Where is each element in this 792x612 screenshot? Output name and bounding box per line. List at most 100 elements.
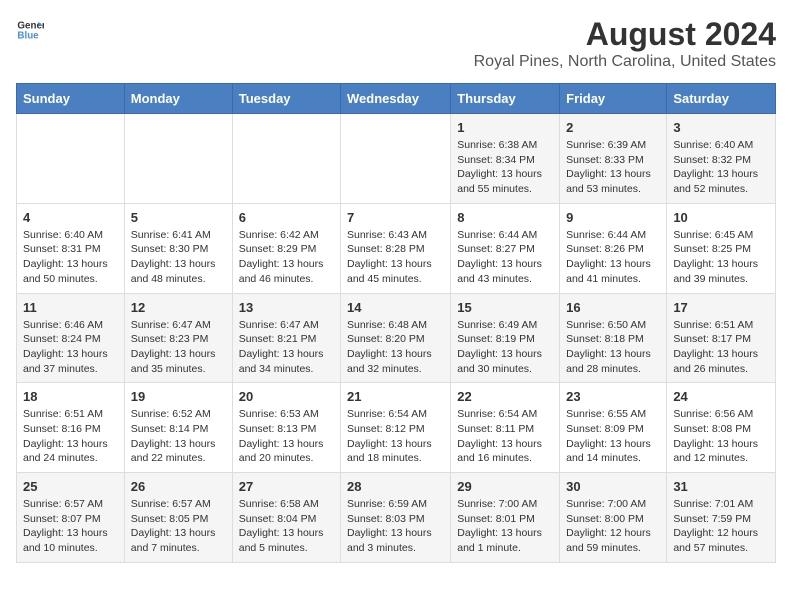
day-cell: 4 Sunrise: 6:40 AMSunset: 8:31 PMDaylight… — [17, 203, 125, 293]
day-number: 18 — [23, 389, 118, 404]
day-info: Sunrise: 7:00 AMSunset: 8:00 PMDaylight:… — [566, 497, 660, 556]
header-saturday: Saturday — [667, 84, 776, 114]
logo: General Blue — [16, 16, 44, 44]
day-number: 13 — [239, 300, 334, 315]
day-info: Sunrise: 6:46 AMSunset: 8:24 PMDaylight:… — [23, 318, 118, 377]
day-info: Sunrise: 6:42 AMSunset: 8:29 PMDaylight:… — [239, 228, 334, 287]
day-info: Sunrise: 6:44 AMSunset: 8:27 PMDaylight:… — [457, 228, 553, 287]
week-row-4: 18 Sunrise: 6:51 AMSunset: 8:16 PMDayligh… — [17, 383, 776, 473]
day-info: Sunrise: 6:53 AMSunset: 8:13 PMDaylight:… — [239, 407, 334, 466]
day-cell: 24 Sunrise: 6:56 AMSunset: 8:08 PMDayligh… — [667, 383, 776, 473]
day-info: Sunrise: 6:51 AMSunset: 8:17 PMDaylight:… — [673, 318, 769, 377]
day-info: Sunrise: 6:40 AMSunset: 8:31 PMDaylight:… — [23, 228, 118, 287]
day-cell: 28 Sunrise: 6:59 AMSunset: 8:03 PMDayligh… — [341, 473, 451, 563]
day-cell: 22 Sunrise: 6:54 AMSunset: 8:11 PMDayligh… — [451, 383, 560, 473]
day-number: 15 — [457, 300, 553, 315]
day-info: Sunrise: 6:48 AMSunset: 8:20 PMDaylight:… — [347, 318, 444, 377]
day-number: 2 — [566, 120, 660, 135]
day-info: Sunrise: 6:52 AMSunset: 8:14 PMDaylight:… — [131, 407, 226, 466]
day-cell: 30 Sunrise: 7:00 AMSunset: 8:00 PMDayligh… — [560, 473, 667, 563]
day-info: Sunrise: 6:47 AMSunset: 8:23 PMDaylight:… — [131, 318, 226, 377]
day-number: 7 — [347, 210, 444, 225]
day-info: Sunrise: 6:56 AMSunset: 8:08 PMDaylight:… — [673, 407, 769, 466]
day-cell: 18 Sunrise: 6:51 AMSunset: 8:16 PMDayligh… — [17, 383, 125, 473]
calendar-table: Sunday Monday Tuesday Wednesday Thursday… — [16, 83, 776, 563]
day-info: Sunrise: 6:47 AMSunset: 8:21 PMDaylight:… — [239, 318, 334, 377]
week-row-5: 25 Sunrise: 6:57 AMSunset: 8:07 PMDayligh… — [17, 473, 776, 563]
day-number: 28 — [347, 479, 444, 494]
day-cell: 12 Sunrise: 6:47 AMSunset: 8:23 PMDayligh… — [124, 293, 232, 383]
day-info: Sunrise: 7:01 AMSunset: 7:59 PMDaylight:… — [673, 497, 769, 556]
day-info: Sunrise: 6:54 AMSunset: 8:11 PMDaylight:… — [457, 407, 553, 466]
day-number: 14 — [347, 300, 444, 315]
day-cell: 2 Sunrise: 6:39 AMSunset: 8:33 PMDaylight… — [560, 114, 667, 204]
day-number: 31 — [673, 479, 769, 494]
day-number: 16 — [566, 300, 660, 315]
header: General Blue August 2024 Royal Pines, No… — [16, 16, 776, 71]
header-friday: Friday — [560, 84, 667, 114]
calendar-header: Sunday Monday Tuesday Wednesday Thursday… — [17, 84, 776, 114]
day-number: 24 — [673, 389, 769, 404]
day-cell — [17, 114, 125, 204]
day-number: 8 — [457, 210, 553, 225]
day-info: Sunrise: 6:45 AMSunset: 8:25 PMDaylight:… — [673, 228, 769, 287]
week-row-1: 1 Sunrise: 6:38 AMSunset: 8:34 PMDaylight… — [17, 114, 776, 204]
day-cell: 6 Sunrise: 6:42 AMSunset: 8:29 PMDaylight… — [232, 203, 340, 293]
day-info: Sunrise: 6:59 AMSunset: 8:03 PMDaylight:… — [347, 497, 444, 556]
day-cell: 7 Sunrise: 6:43 AMSunset: 8:28 PMDaylight… — [341, 203, 451, 293]
day-cell: 16 Sunrise: 6:50 AMSunset: 8:18 PMDayligh… — [560, 293, 667, 383]
header-row: Sunday Monday Tuesday Wednesday Thursday… — [17, 84, 776, 114]
day-cell: 10Sunrise: 6:45 AMSunset: 8:25 PMDayligh… — [667, 203, 776, 293]
day-number: 23 — [566, 389, 660, 404]
week-row-2: 4 Sunrise: 6:40 AMSunset: 8:31 PMDaylight… — [17, 203, 776, 293]
day-number: 11 — [23, 300, 118, 315]
day-cell — [341, 114, 451, 204]
day-info: Sunrise: 6:43 AMSunset: 8:28 PMDaylight:… — [347, 228, 444, 287]
subtitle: Royal Pines, North Carolina, United Stat… — [474, 53, 776, 71]
title-area: August 2024 Royal Pines, North Carolina,… — [474, 16, 776, 71]
header-sunday: Sunday — [17, 84, 125, 114]
day-info: Sunrise: 6:54 AMSunset: 8:12 PMDaylight:… — [347, 407, 444, 466]
day-info: Sunrise: 7:00 AMSunset: 8:01 PMDaylight:… — [457, 497, 553, 556]
day-number: 22 — [457, 389, 553, 404]
day-info: Sunrise: 6:49 AMSunset: 8:19 PMDaylight:… — [457, 318, 553, 377]
day-number: 4 — [23, 210, 118, 225]
day-cell: 13 Sunrise: 6:47 AMSunset: 8:21 PMDayligh… — [232, 293, 340, 383]
day-number: 25 — [23, 479, 118, 494]
day-cell: 17 Sunrise: 6:51 AMSunset: 8:17 PMDayligh… — [667, 293, 776, 383]
day-cell: 23Sunrise: 6:55 AMSunset: 8:09 PMDayligh… — [560, 383, 667, 473]
day-number: 17 — [673, 300, 769, 315]
day-info: Sunrise: 6:51 AMSunset: 8:16 PMDaylight:… — [23, 407, 118, 466]
day-cell: 27 Sunrise: 6:58 AMSunset: 8:04 PMDayligh… — [232, 473, 340, 563]
day-number: 3 — [673, 120, 769, 135]
day-cell: 11 Sunrise: 6:46 AMSunset: 8:24 PMDayligh… — [17, 293, 125, 383]
day-info: Sunrise: 6:58 AMSunset: 8:04 PMDaylight:… — [239, 497, 334, 556]
day-number: 6 — [239, 210, 334, 225]
day-cell: 1 Sunrise: 6:38 AMSunset: 8:34 PMDaylight… — [451, 114, 560, 204]
week-row-3: 11 Sunrise: 6:46 AMSunset: 8:24 PMDayligh… — [17, 293, 776, 383]
day-cell: 21Sunrise: 6:54 AMSunset: 8:12 PMDayligh… — [341, 383, 451, 473]
day-number: 12 — [131, 300, 226, 315]
day-info: Sunrise: 6:57 AMSunset: 8:07 PMDaylight:… — [23, 497, 118, 556]
svg-text:Blue: Blue — [17, 30, 39, 41]
day-number: 20 — [239, 389, 334, 404]
day-number: 19 — [131, 389, 226, 404]
day-number: 1 — [457, 120, 553, 135]
day-info: Sunrise: 6:39 AMSunset: 8:33 PMDaylight:… — [566, 138, 660, 197]
day-cell: 5 Sunrise: 6:41 AMSunset: 8:30 PMDaylight… — [124, 203, 232, 293]
day-info: Sunrise: 6:41 AMSunset: 8:30 PMDaylight:… — [131, 228, 226, 287]
day-number: 26 — [131, 479, 226, 494]
day-cell: 26Sunrise: 6:57 AMSunset: 8:05 PMDayligh… — [124, 473, 232, 563]
logo-icon: General Blue — [16, 16, 44, 44]
day-number: 5 — [131, 210, 226, 225]
header-thursday: Thursday — [451, 84, 560, 114]
day-cell: 8 Sunrise: 6:44 AMSunset: 8:27 PMDaylight… — [451, 203, 560, 293]
day-cell: 3Sunrise: 6:40 AMSunset: 8:32 PMDaylight… — [667, 114, 776, 204]
day-cell: 15 Sunrise: 6:49 AMSunset: 8:19 PMDayligh… — [451, 293, 560, 383]
main-title: August 2024 — [474, 16, 776, 53]
day-number: 30 — [566, 479, 660, 494]
day-info: Sunrise: 6:38 AMSunset: 8:34 PMDaylight:… — [457, 138, 553, 197]
day-cell: 14 Sunrise: 6:48 AMSunset: 8:20 PMDayligh… — [341, 293, 451, 383]
day-number: 27 — [239, 479, 334, 494]
day-info: Sunrise: 6:50 AMSunset: 8:18 PMDaylight:… — [566, 318, 660, 377]
